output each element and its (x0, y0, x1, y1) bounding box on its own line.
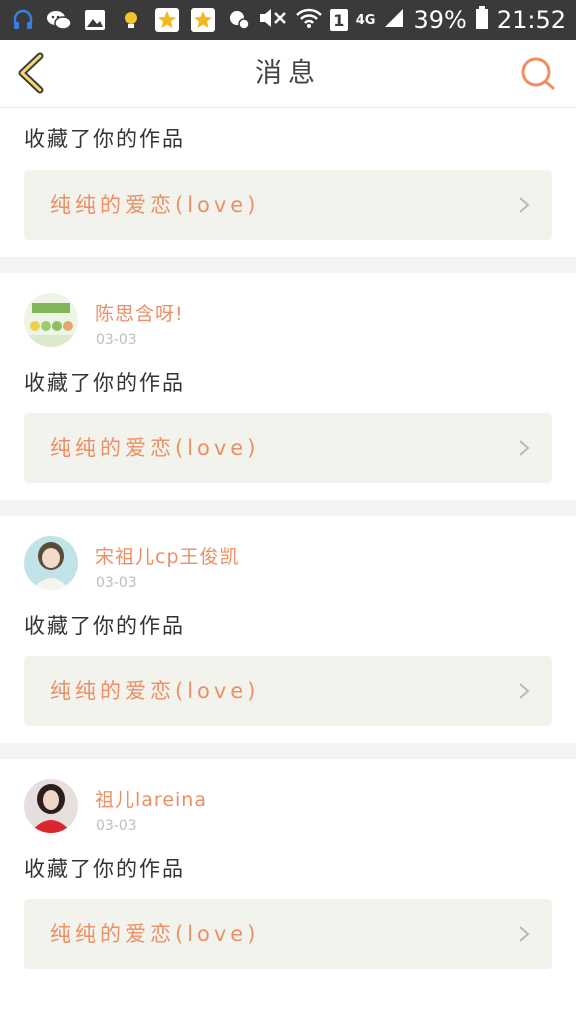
page-title: 消息 (255, 58, 321, 89)
work-title: 纯纯的爱恋(love) (50, 436, 260, 460)
network-type: 4G (355, 12, 376, 28)
work-card[interactable]: 纯纯的爱恋(love) (24, 170, 552, 240)
message-user: 宋祖儿cp王俊凯 03-03 (0, 516, 576, 596)
mute-icon (258, 7, 288, 33)
wifi-icon (295, 7, 322, 33)
chevron-right-icon (519, 440, 530, 456)
signal-icon (383, 7, 405, 33)
notification-icons (10, 6, 252, 34)
user-name[interactable]: 祖儿lareina (95, 785, 207, 812)
message-action: 收藏了你的作品 (24, 371, 185, 395)
avatar[interactable] (24, 536, 78, 590)
star-app-icon (190, 7, 216, 33)
chevron-right-icon (519, 926, 530, 942)
chevron-right-icon (519, 683, 530, 699)
message-date: 03-03 (96, 818, 137, 834)
battery-icon (475, 6, 489, 34)
user-name[interactable]: 宋祖儿cp王俊凯 (95, 542, 240, 569)
chevron-right-icon (519, 197, 530, 213)
message-action: 收藏了你的作品 (24, 127, 185, 151)
work-card[interactable]: 纯纯的爱恋(love) (24, 413, 552, 483)
system-indicators: 1 4G 39% 21:52 (258, 4, 566, 36)
message-date: 03-03 (96, 332, 137, 348)
star-app-icon (154, 7, 180, 33)
work-title: 纯纯的爱恋(love) (50, 922, 260, 946)
message-action: 收藏了你的作品 (24, 614, 185, 638)
message-date: 03-03 (96, 575, 137, 591)
separator (0, 257, 576, 273)
wechat-icon (46, 7, 72, 33)
work-card[interactable]: 纯纯的爱恋(love) (24, 656, 552, 726)
bulb-icon (118, 7, 144, 33)
search-button[interactable] (520, 56, 556, 92)
nav-header: 消息 (0, 40, 576, 108)
work-title: 纯纯的爱恋(love) (50, 679, 260, 703)
message-item: 祖儿lareina 03-03 收藏了你的作品 纯纯的爱恋(love) (0, 759, 576, 986)
battery-percent: 39% (413, 6, 467, 34)
avatar[interactable] (24, 779, 78, 833)
user-name[interactable]: 陈思含呀! (95, 299, 184, 326)
message-item: 收藏了你的作品 纯纯的爱恋(love) (0, 108, 576, 257)
gallery-icon (82, 7, 108, 33)
message-item: 陈思含呀! 03-03 收藏了你的作品 纯纯的爱恋(love) (0, 273, 576, 500)
work-title: 纯纯的爱恋(love) (50, 193, 260, 217)
avatar[interactable] (24, 293, 78, 347)
search-icon (521, 57, 555, 90)
message-list: 收藏了你的作品 纯纯的爱恋(love) 陈思含呀! 03-03 收藏了你的作品 … (0, 108, 576, 986)
clock: 21:52 (496, 6, 566, 34)
message-user: 陈思含呀! 03-03 (0, 273, 576, 353)
separator (0, 500, 576, 516)
separator (0, 743, 576, 759)
work-card[interactable]: 纯纯的爱恋(love) (24, 899, 552, 969)
status-bar: 1 4G 39% 21:52 (0, 0, 576, 40)
headset-icon (10, 7, 36, 33)
message-item: 宋祖儿cp王俊凯 03-03 收藏了你的作品 纯纯的爱恋(love) (0, 516, 576, 743)
location-icon (226, 7, 252, 33)
message-user: 祖儿lareina 03-03 (0, 759, 576, 839)
message-action: 收藏了你的作品 (24, 857, 185, 881)
sim-icon: 1 (329, 9, 348, 31)
